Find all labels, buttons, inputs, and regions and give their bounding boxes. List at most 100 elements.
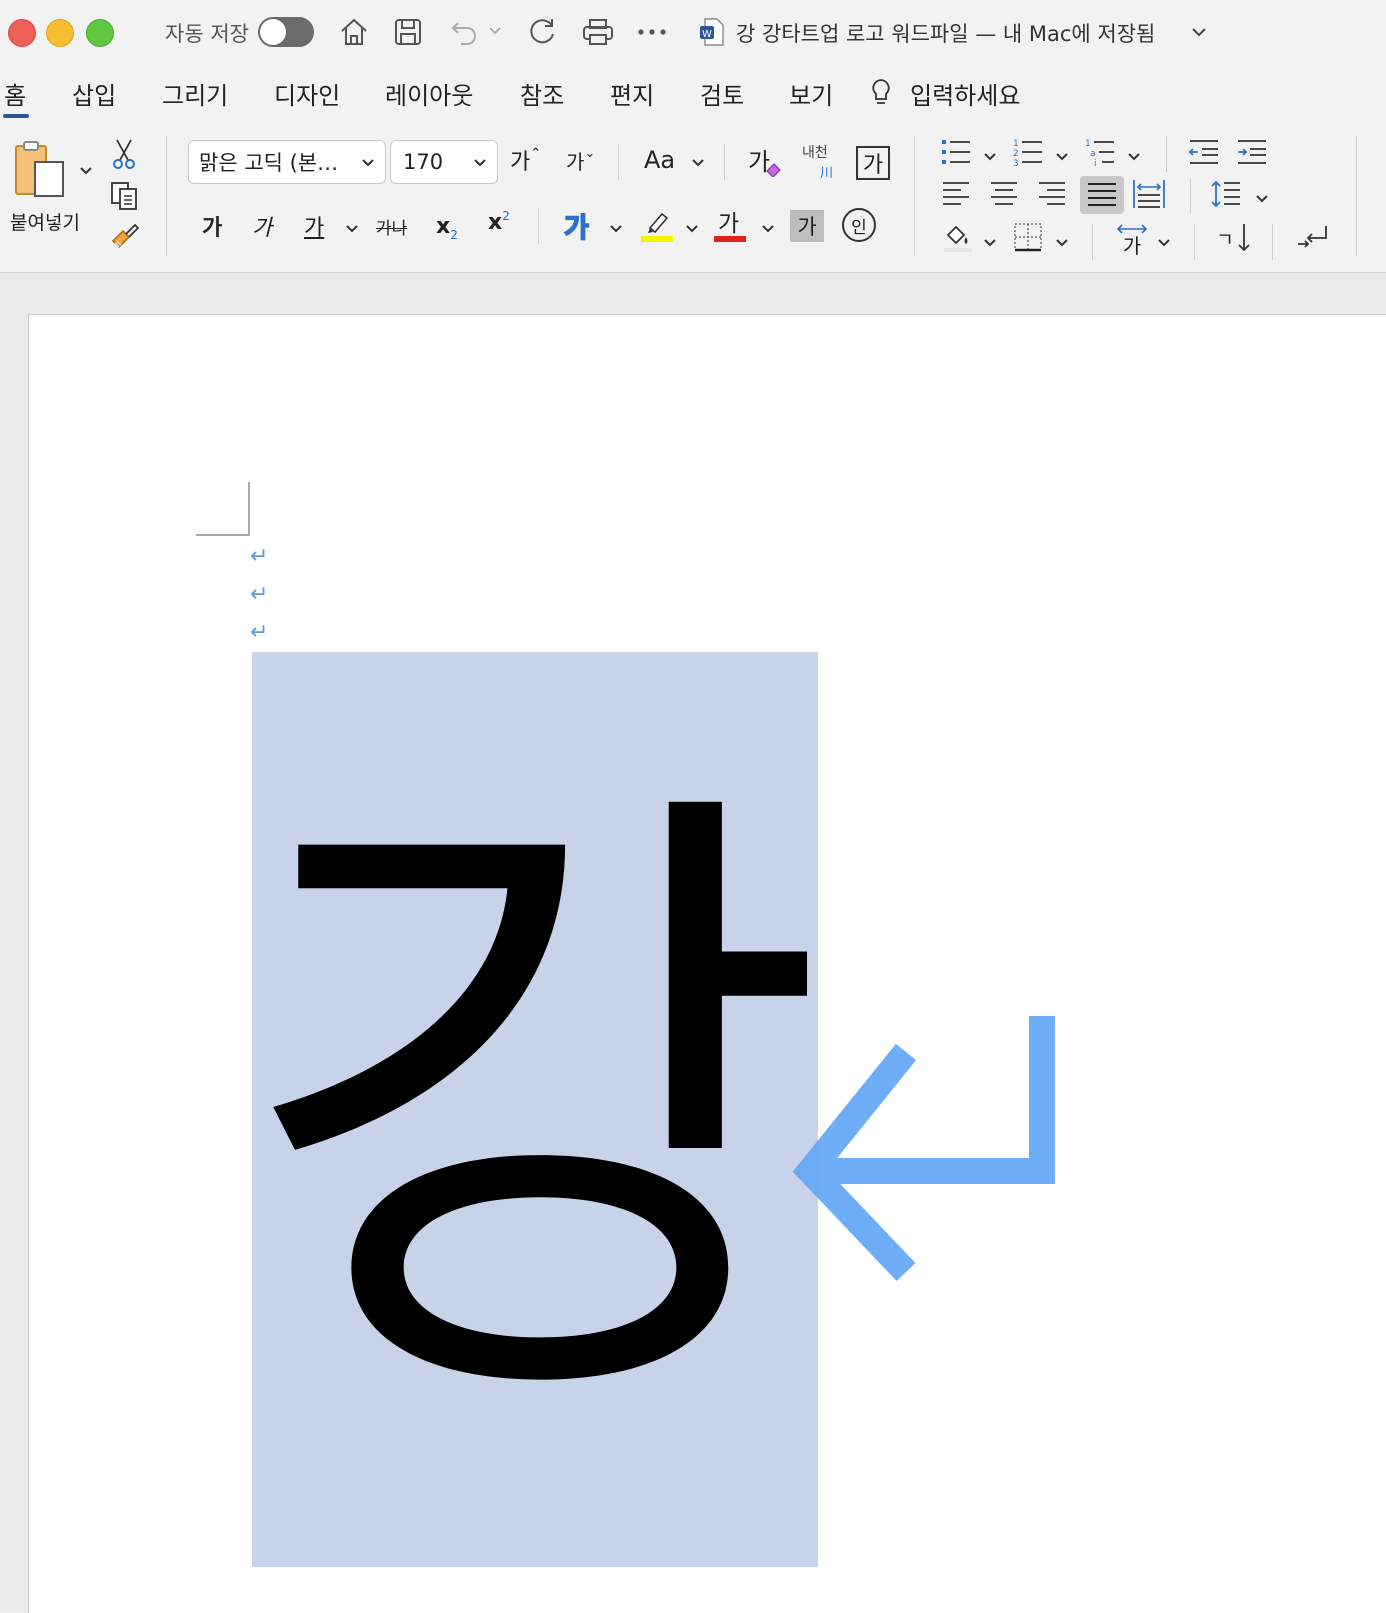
ribbon-tabs: 홈 삽입 그리기 디자인 레이아웃 참조 편지 검토 보기 입력하세요 (0, 66, 1386, 124)
multilevel-chevron-icon[interactable] (1126, 150, 1142, 162)
svg-text:a: a (1090, 149, 1096, 159)
align-right-icon[interactable] (1034, 178, 1070, 210)
font-color-chevron-icon[interactable] (760, 222, 776, 234)
shading-bucket-icon[interactable] (940, 220, 976, 254)
line-spacing-chevron-icon[interactable] (1254, 192, 1270, 204)
borders-icon[interactable] (1010, 220, 1046, 254)
close-window-button[interactable] (8, 19, 36, 47)
ribbon-separator (166, 136, 167, 256)
subscript-button[interactable]: x2 (436, 210, 458, 243)
tab-review[interactable]: 검토 (700, 76, 744, 111)
underline-button[interactable]: 가 (304, 210, 324, 242)
paste-clipboard-icon[interactable] (12, 140, 70, 200)
tab-design[interactable]: 디자인 (274, 76, 340, 111)
tab-references[interactable]: 참조 (520, 76, 564, 111)
print-icon[interactable] (578, 14, 618, 50)
tab-insert[interactable]: 삽입 (72, 76, 116, 111)
borders-chevron-icon[interactable] (1054, 236, 1070, 248)
numbering-chevron-icon[interactable] (1054, 150, 1070, 162)
increase-indent-icon[interactable] (1234, 136, 1270, 168)
character-border-button[interactable]: 가 (856, 146, 890, 180)
numbering-icon[interactable]: 123 (1010, 136, 1046, 168)
font-name-value: 맑은 고딕 (본… (199, 151, 339, 175)
paste-dropdown-chevron-icon[interactable] (78, 164, 94, 176)
lightbulb-icon[interactable] (866, 76, 896, 110)
tab-home[interactable]: 홈 (4, 76, 26, 111)
svg-text:i: i (1094, 159, 1097, 167)
bullets-chevron-icon[interactable] (982, 150, 998, 162)
ribbon-separator (1356, 136, 1357, 256)
paste-label[interactable]: 붙여넣기 (10, 208, 80, 235)
highlighter-icon[interactable] (640, 208, 674, 242)
sort-button[interactable]: ㄱ (1212, 220, 1256, 256)
svg-text:1: 1 (1085, 139, 1091, 149)
strikethrough-button[interactable]: 가나 (376, 214, 407, 239)
save-icon[interactable] (390, 14, 426, 50)
word-document-icon: W (698, 16, 726, 48)
large-character[interactable]: 강 (241, 652, 830, 1567)
character-shading-button[interactable]: 가 (790, 210, 824, 242)
tab-mailings[interactable]: 편지 (610, 76, 654, 111)
tab-layout[interactable]: 레이아웃 (385, 76, 473, 111)
italic-button[interactable]: 가 (252, 210, 272, 242)
font-size-dropdown[interactable]: 170 (390, 140, 498, 184)
multilevel-list-icon[interactable]: 1ai (1082, 136, 1118, 168)
font-color-button[interactable]: 가 (718, 204, 739, 238)
home-ribbon: 붙여넣기 맑은 고딕 (본… 170 가 ⌃ 가 ⌄ Aa 가 내천 川 가 가 가… (0, 124, 1386, 273)
cut-scissors-icon[interactable] (110, 138, 138, 170)
superscript-mark: 2 (502, 208, 510, 223)
toggle-knob (260, 19, 286, 45)
tab-draw[interactable]: 그리기 (162, 76, 228, 111)
title-bar: 자동 저장 W 강 강타트업 로고 워드파일 — 내 Mac에 저장됨 (0, 0, 1386, 66)
ribbon-separator (1272, 224, 1273, 260)
highlight-chevron-icon[interactable] (684, 222, 700, 234)
grow-font-label: 가 (510, 150, 531, 175)
bullets-icon[interactable] (938, 136, 974, 168)
change-case-chevron-icon[interactable] (690, 156, 706, 168)
tab-view[interactable]: 보기 (789, 76, 833, 111)
distributed-align-icon[interactable] (1130, 176, 1168, 212)
undo-dropdown-chevron-icon[interactable] (488, 24, 502, 38)
font-name-dropdown[interactable]: 맑은 고딕 (본… (188, 140, 386, 184)
text-effects-button[interactable]: 가 (563, 206, 589, 245)
superscript-button[interactable]: x2 (488, 208, 510, 236)
phonetic-guide-button[interactable]: 내천 (802, 142, 828, 162)
font-size-value: 170 (403, 150, 444, 174)
autosave-toggle[interactable] (258, 17, 314, 47)
more-options-icon[interactable] (636, 18, 668, 46)
tell-me-search[interactable]: 입력하세요 (910, 76, 1020, 111)
title-chevron-down-icon[interactable] (1190, 24, 1208, 40)
active-tab-indicator (3, 114, 29, 118)
asian-layout-chevron-icon[interactable] (1156, 236, 1172, 248)
line-spacing-icon[interactable] (1208, 178, 1244, 210)
asian-layout-button[interactable]: 가 (1114, 220, 1150, 258)
justify-icon[interactable] (1080, 176, 1124, 214)
enclose-characters-button[interactable]: 인 (842, 208, 876, 242)
caret-down-icon: ⌄ (584, 146, 596, 161)
decrease-indent-icon[interactable] (1186, 136, 1222, 168)
text-effects-chevron-icon[interactable] (608, 222, 624, 234)
minimize-window-button[interactable] (46, 19, 74, 47)
enclose-characters-label: 인 (851, 217, 867, 238)
underline-chevron-icon[interactable] (344, 222, 360, 234)
shading-chevron-icon[interactable] (982, 236, 998, 248)
grow-font-button[interactable]: 가 ⌃ (510, 144, 541, 176)
font-color-swatch (714, 236, 746, 242)
bold-button[interactable]: 가 (202, 210, 222, 242)
undo-icon[interactable] (446, 14, 482, 50)
redo-icon[interactable] (524, 14, 560, 50)
show-paragraph-marks-icon[interactable] (1294, 220, 1332, 256)
change-case-button[interactable]: Aa (644, 146, 675, 174)
document-title[interactable]: 강 강타트업 로고 워드파일 — 내 Mac에 저장됨 (736, 18, 1155, 48)
ribbon-separator (538, 208, 539, 244)
align-left-icon[interactable] (938, 178, 974, 210)
paragraph-mark-icon: ↵ (250, 582, 269, 607)
svg-text:1: 1 (1013, 139, 1019, 149)
copy-icon[interactable] (108, 180, 140, 212)
align-center-icon[interactable] (986, 178, 1022, 210)
zoom-window-button[interactable] (86, 19, 114, 47)
format-painter-brush-icon[interactable] (108, 220, 142, 252)
sort-label: ㄱ (1216, 228, 1234, 251)
shrink-font-button[interactable]: 가 ⌄ (566, 146, 595, 175)
home-icon[interactable] (336, 14, 372, 50)
